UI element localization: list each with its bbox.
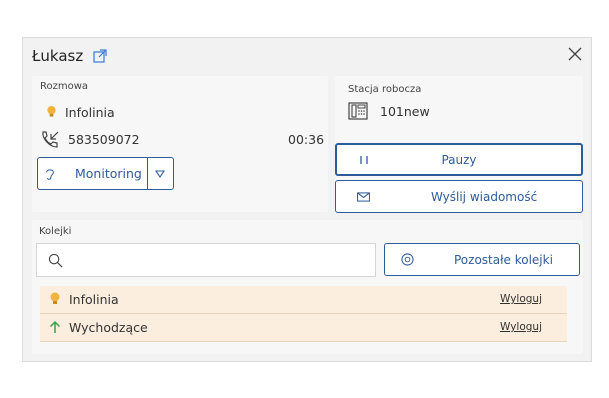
queue-search-input[interactable]: [36, 243, 376, 277]
logout-link[interactable]: Wyloguj: [500, 321, 542, 333]
external-link-icon[interactable]: [93, 49, 107, 63]
chevron-down-icon[interactable]: [155, 170, 165, 178]
workstation-name: 101new: [380, 104, 430, 119]
call-section-label: Rozmowa: [40, 81, 89, 92]
search-icon: [48, 253, 63, 268]
queue-name: Wychodzące: [69, 320, 148, 335]
queue-circle-icon: [401, 253, 414, 266]
queues-section-label: Kolejki: [39, 226, 72, 237]
lightbulb-icon: [50, 292, 60, 304]
monitoring-dropdown[interactable]: Monitoring: [37, 157, 174, 190]
agent-panel: Łukasz Rozmowa Infolinia 583509072 00:36…: [22, 37, 592, 362]
arrow-up-icon: [49, 320, 61, 333]
incoming-call-icon: [42, 131, 59, 148]
queue-name: Infolinia: [69, 292, 119, 307]
pause-button[interactable]: Pauzy: [335, 143, 583, 176]
other-queues-button[interactable]: Pozostałe kolejki: [384, 243, 580, 276]
workstation-section-label: Stacja robocza: [348, 84, 422, 95]
send-message-button[interactable]: Wyślij wiadomość: [335, 180, 583, 213]
desk-phone-icon: [348, 102, 368, 120]
monitoring-divider: [147, 158, 148, 189]
queue-row-wychodzace: Wychodzące Wyloguj: [40, 314, 567, 342]
call-duration: 00:36: [288, 132, 325, 147]
logout-link[interactable]: Wyloguj: [500, 293, 542, 305]
agent-name-title: Łukasz: [32, 47, 84, 65]
monitoring-label: Monitoring: [75, 166, 142, 181]
ear-icon: [46, 169, 54, 180]
envelope-icon: [357, 192, 370, 202]
close-icon[interactable]: [568, 47, 582, 61]
pause-label: Pauzy: [441, 153, 477, 167]
send-message-label: Wyślij wiadomość: [431, 190, 538, 204]
panel-header: Łukasz: [23, 38, 593, 74]
lightbulb-icon: [47, 106, 56, 117]
other-queues-label: Pozostałe kolejki: [454, 253, 553, 267]
phone-number: 583509072: [68, 132, 140, 147]
call-card: Rozmowa Infolinia 583509072 00:36 Monito…: [32, 76, 328, 212]
call-queue-name: Infolinia: [65, 105, 115, 120]
queue-row-infolinia: Infolinia Wyloguj: [40, 286, 567, 314]
